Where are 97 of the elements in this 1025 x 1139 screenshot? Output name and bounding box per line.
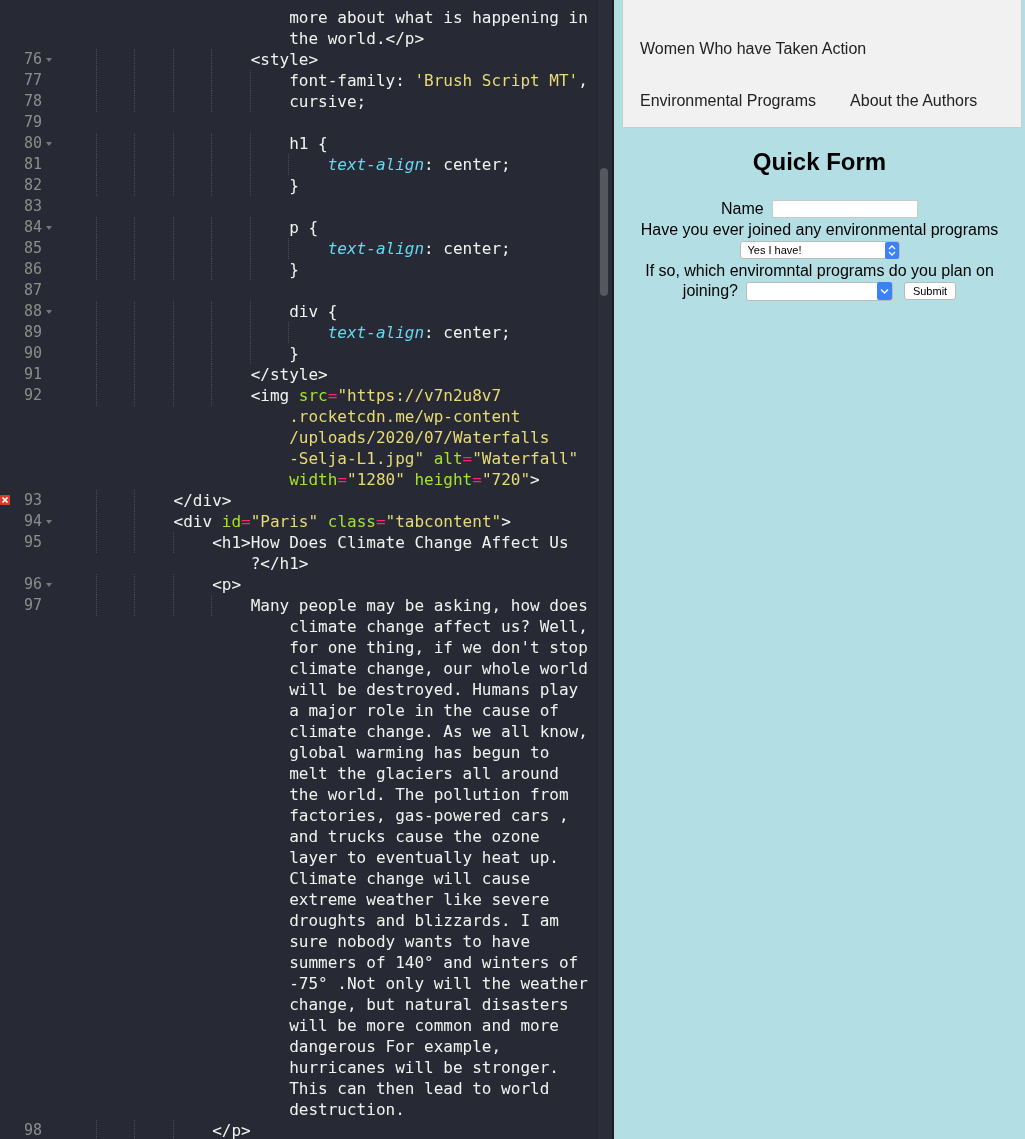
code-line: <img src="https://v7n2u8v7: [58, 385, 502, 406]
code-line: layer to eventually heat up.: [288, 847, 559, 868]
line-number: 90: [23, 343, 42, 364]
line-number: 85: [23, 238, 42, 259]
line-number: 76: [23, 49, 42, 70]
code-line: the world. The pollution from: [288, 784, 569, 805]
error-icon[interactable]: [0, 495, 10, 505]
field-label: joining?: [682, 282, 738, 300]
code-line: width="1280" height="720">: [288, 469, 540, 490]
code-line: </div>: [58, 490, 232, 511]
code-line: h1 {: [58, 133, 328, 154]
line-number: 94: [23, 511, 42, 532]
code-line: This can then lead to world: [288, 1078, 550, 1099]
line-number: 77: [23, 70, 42, 91]
code-line: text-align: center;: [58, 322, 511, 343]
code-line: </style>: [58, 364, 328, 385]
line-number: 84: [23, 217, 42, 238]
code-line: /uploads/2020/07/Waterfalls: [288, 427, 550, 448]
code-line: .rocketcdn.me/wp-content: [288, 406, 521, 427]
scrollbar-thumb[interactable]: [600, 168, 608, 296]
fold-caret-icon[interactable]: [46, 142, 52, 146]
code-line: a major role in the cause of: [288, 700, 559, 721]
code-line: </p>: [58, 1120, 251, 1139]
fold-caret-icon[interactable]: [46, 226, 52, 230]
field-label: If so, which enviromntal programs do you plan on: [645, 261, 994, 279]
code-line: climate change affect us? Well,: [288, 616, 588, 637]
code-line: sure nobody wants to have: [288, 931, 530, 952]
code-line: }: [58, 175, 299, 196]
fold-caret-icon[interactable]: [46, 58, 52, 62]
code-line: cursive;: [58, 91, 367, 112]
code-line: <div id="Paris" class="tabcontent">: [58, 511, 511, 532]
code-line: text-align: center;: [58, 238, 511, 259]
code-line: dangerous For example,: [288, 1036, 502, 1057]
line-number: 88: [23, 301, 42, 322]
code-line: <style>: [58, 49, 319, 70]
field-label: Have you ever joined any environmental programs: [640, 220, 999, 238]
name-field[interactable]: [772, 199, 919, 218]
code-line: melt the glaciers all around: [288, 763, 559, 784]
code-line: climate change. As we all know,: [288, 721, 588, 742]
line-number: 91: [23, 364, 42, 385]
line-number: 95: [23, 532, 42, 553]
line-number: 96: [23, 574, 42, 595]
code-line: hurricanes will be stronger.: [288, 1057, 559, 1078]
line-number: 98: [23, 1120, 42, 1139]
code-editor[interactable]: [0, 0, 612, 1139]
code-line: div {: [58, 301, 338, 322]
code-line: <h1>How Does Climate Change Affect Us: [58, 532, 569, 553]
line-number: 92: [23, 385, 42, 406]
form-title: Quick Form: [751, 148, 888, 176]
code-line: Many people may be asking, how does: [58, 595, 588, 616]
code-line: Climate change will cause: [288, 868, 530, 889]
nav-link[interactable]: Women Who have Taken Action: [623, 23, 884, 75]
line-number: 82: [23, 175, 42, 196]
code-line: factories, gas-powered cars ,: [288, 805, 569, 826]
nav-link[interactable]: About the Authors: [833, 75, 995, 127]
line-number: 93: [23, 490, 42, 511]
line-number: 83: [23, 196, 42, 217]
code-line: for one thing, if we don't stop: [288, 637, 588, 658]
fold-caret-icon[interactable]: [46, 310, 52, 314]
submit-button[interactable]: Submit: [903, 282, 957, 301]
code-line: global warming has begun to: [288, 742, 550, 763]
code-line: climate change, our whole world: [288, 658, 588, 679]
code-line: -75° .Not only will the weather: [288, 973, 588, 994]
code-line: }: [58, 259, 299, 280]
select-field[interactable]: [746, 281, 894, 301]
code-line: font-family: 'Brush Script MT',: [58, 70, 588, 91]
line-number: 81: [23, 154, 42, 175]
up-down-arrows-icon: [884, 241, 899, 259]
code-line: text-align: center;: [58, 154, 511, 175]
line-number: 79: [23, 112, 42, 133]
chevron-down-icon: [877, 282, 893, 301]
line-number: 80: [23, 133, 42, 154]
line-number: 97: [23, 595, 42, 616]
code-line: extreme weather like severe: [288, 889, 550, 910]
code-line: and trucks cause the ozone: [288, 826, 540, 847]
code-line: change, but natural disasters: [288, 994, 569, 1015]
field-label: Name: [720, 199, 764, 217]
nav-link[interactable]: Environmental Programs: [623, 75, 834, 127]
code-line: more about what is happening in: [288, 7, 588, 28]
code-line: p {: [58, 217, 319, 238]
select-field[interactable]: Yes I have!: [739, 241, 900, 260]
code-line: summers of 140° and winters of: [288, 952, 579, 973]
code-line: -Selja-L1.jpg" alt="Waterfall": [288, 448, 579, 469]
line-number: 89: [23, 322, 42, 343]
code-line: will be destroyed. Humans play: [288, 679, 579, 700]
line-number: 87: [23, 280, 42, 301]
fold-caret-icon[interactable]: [46, 520, 52, 524]
fold-caret-icon[interactable]: [46, 583, 52, 587]
line-number: 86: [23, 259, 42, 280]
code-line: droughts and blizzards. I am: [288, 910, 559, 931]
code-line: will be more common and more: [288, 1015, 559, 1036]
code-line: }: [58, 343, 299, 364]
code-line: ?</h1>: [249, 553, 309, 574]
line-number: 78: [23, 91, 42, 112]
code-line: the world.</p>: [288, 28, 425, 49]
code-line: <p>: [58, 574, 242, 595]
code-line: destruction.: [288, 1099, 405, 1120]
